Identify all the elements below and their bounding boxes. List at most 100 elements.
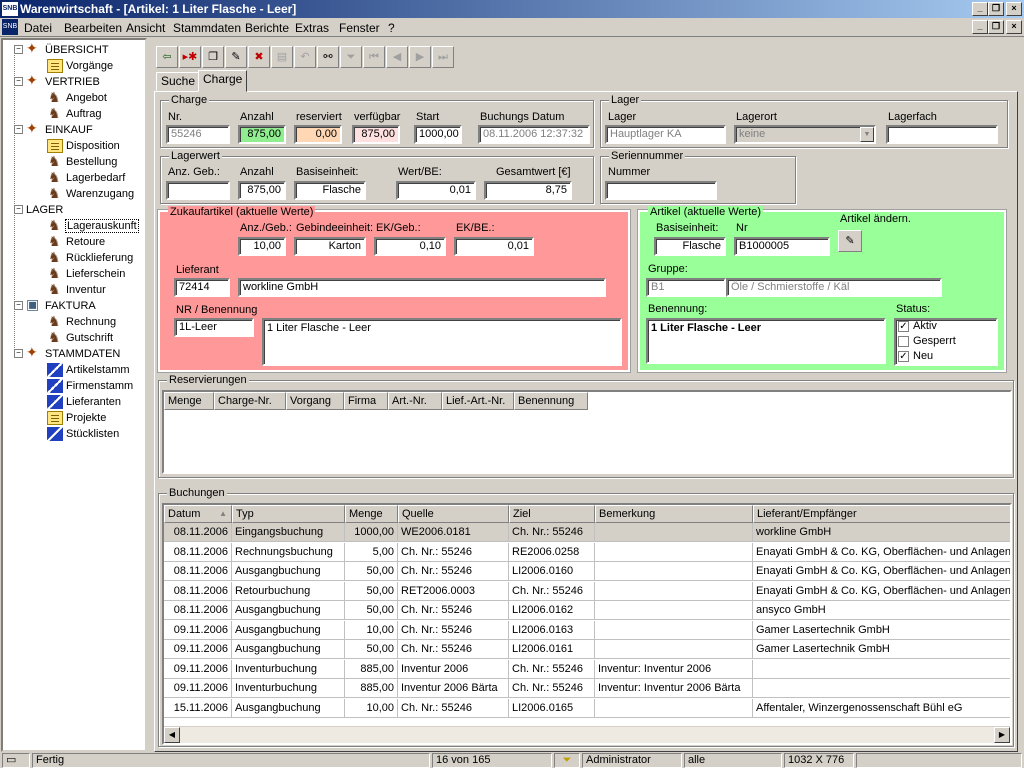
find-button[interactable]: ⚯ <box>317 46 339 68</box>
tree-item-disposition[interactable]: Disposition <box>47 138 120 154</box>
menu-stammdaten[interactable]: Stammdaten <box>173 21 241 35</box>
lagerfach-field[interactable] <box>886 125 998 144</box>
menu-datei[interactable]: Datei <box>24 21 52 35</box>
zukauf-nr-field[interactable]: 1L-Leer <box>174 318 254 337</box>
tree-item-lieferschein[interactable]: Lieferschein <box>47 265 125 282</box>
menu-bearbeiten[interactable]: Bearbeiten <box>64 21 122 35</box>
column-header[interactable]: Lieferant/Empfänger <box>753 505 1010 523</box>
status-gesperrt-checkbox[interactable]: Gesperrt <box>898 335 956 347</box>
reservierungen-grid[interactable]: Menge Charge-Nr. Vorgang Firma Art.-Nr. … <box>162 390 1012 474</box>
mdi-close-icon[interactable]: × <box>1006 20 1022 34</box>
collapse-icon[interactable]: − <box>14 301 23 310</box>
column-header[interactable]: Menge <box>345 505 398 523</box>
tree-item-ruecklieferung[interactable]: Rücklieferung <box>47 249 133 266</box>
minimize-icon[interactable]: _ <box>972 2 988 16</box>
buchungen-grid[interactable]: Datum ▲ Typ Menge Quelle Ziel Bemerkung L… <box>162 503 1012 745</box>
zukauf-ekgeb-field[interactable]: 0,10 <box>374 237 446 256</box>
tree-group-lager[interactable]: − LAGER <box>14 202 63 218</box>
column-header[interactable]: Art.-Nr. <box>388 392 442 410</box>
menu-help[interactable]: ? <box>388 21 395 35</box>
chevron-down-icon[interactable]: ▼ <box>860 127 874 142</box>
tab-charge[interactable]: Charge <box>198 70 248 92</box>
horizontal-scrollbar[interactable]: ◀ ▶ <box>164 726 1010 743</box>
collapse-icon[interactable]: − <box>14 45 23 54</box>
column-header[interactable]: Quelle <box>398 505 509 523</box>
lagerort-select[interactable]: keine ▼ <box>734 125 876 144</box>
collapse-icon[interactable]: − <box>14 205 23 214</box>
save-button[interactable]: ▤ <box>271 46 293 68</box>
last-record-button[interactable]: ⏭ <box>432 46 454 68</box>
delete-button[interactable]: ✖ <box>248 46 270 68</box>
zukauf-ekbe-field[interactable]: 0,01 <box>454 237 534 256</box>
tree-group-faktura[interactable]: −FAKTURA <box>14 296 96 314</box>
tree-item-warenzugang[interactable]: Warenzugang <box>47 185 134 202</box>
charge-verfuegbar-field[interactable]: 875,00 <box>352 125 400 144</box>
tree-item-auftrag[interactable]: Auftrag <box>47 105 101 122</box>
column-header[interactable]: Typ <box>232 505 345 523</box>
tree-item-rechnung[interactable]: Rechnung <box>47 313 116 330</box>
tree-item-inventur[interactable]: Inventur <box>47 281 106 298</box>
restore-icon[interactable]: ❐ <box>988 2 1004 16</box>
charge-reserviert-field[interactable]: 0,00 <box>294 125 342 144</box>
column-header[interactable]: Vorgang <box>286 392 344 410</box>
column-header[interactable]: Lief.-Art.-Nr. <box>442 392 514 410</box>
mdi-minimize-icon[interactable]: _ <box>972 20 988 34</box>
zukauf-anzgeb-field[interactable]: 10,00 <box>238 237 286 256</box>
column-header[interactable]: Ziel <box>509 505 595 523</box>
artikel-gruppe-name-field[interactable]: Öle / Schmierstoffe / Käl <box>726 278 942 297</box>
lagerwert-gesamtwert-field[interactable]: 8,75 <box>484 181 572 200</box>
new-button[interactable]: ▸✱ <box>179 46 201 68</box>
mdi-restore-icon[interactable]: ❐ <box>988 20 1004 34</box>
prev-record-button[interactable]: ◀ <box>386 46 408 68</box>
charge-anzahl-field[interactable]: 875,00 <box>238 125 286 144</box>
menu-fenster[interactable]: Fenster <box>339 21 380 35</box>
undo-button[interactable]: ↶ <box>294 46 316 68</box>
tree-group-vertrieb[interactable]: −VERTRIEB <box>14 72 100 90</box>
menu-extras[interactable]: Extras <box>295 21 329 35</box>
collapse-icon[interactable]: − <box>14 349 23 358</box>
tree-item-lagerbedarf[interactable]: Lagerbedarf <box>47 169 125 186</box>
lagerwert-anzgeb-field[interactable] <box>166 181 230 200</box>
tree-item-artikelstamm[interactable]: Artikelstamm <box>47 362 130 378</box>
column-header-datum[interactable]: Datum ▲ <box>164 505 232 523</box>
column-header[interactable]: Benennung <box>514 392 588 410</box>
charge-start-field[interactable]: 1000,00 <box>414 125 462 144</box>
edit-button[interactable]: ✎ <box>225 46 247 68</box>
column-header[interactable]: Charge-Nr. <box>214 392 286 410</box>
filter-icon[interactable]: ⏷ <box>554 753 580 768</box>
lieferant-name-field[interactable]: workline GmbH <box>238 278 606 297</box>
first-record-button[interactable]: ⏮ <box>363 46 385 68</box>
filter-button[interactable]: ⏷ <box>340 46 362 68</box>
menu-berichte[interactable]: Berichte <box>245 21 289 35</box>
tree-item-lieferanten[interactable]: Lieferanten <box>47 394 121 410</box>
tree-item-firmenstamm[interactable]: Firmenstamm <box>47 378 133 394</box>
zukauf-gebindeeinheit-field[interactable]: Karton <box>294 237 366 256</box>
scroll-right-icon[interactable]: ▶ <box>994 727 1010 743</box>
artikel-gruppe-code-field[interactable]: B1 <box>646 278 726 297</box>
copy-button[interactable]: ❐ <box>202 46 224 68</box>
tree-group-einkauf[interactable]: −EINKAUF <box>14 120 93 138</box>
tab-suche[interactable]: Suche <box>156 72 201 91</box>
next-record-button[interactable]: ▶ <box>409 46 431 68</box>
tree-item-bestellung[interactable]: Bestellung <box>47 153 117 170</box>
tree-item-gutschrift[interactable]: Gutschrift <box>47 329 113 346</box>
column-header[interactable]: Menge <box>164 392 214 410</box>
lager-field[interactable]: Hauptlager KA <box>605 125 726 144</box>
close-icon[interactable]: × <box>1006 2 1022 16</box>
status-aktiv-checkbox[interactable]: ✓ Aktiv <box>898 320 937 332</box>
tree-item-vorgaenge[interactable]: Vorgänge <box>47 58 113 74</box>
lagerwert-basiseinheit-field[interactable]: Flasche <box>294 181 366 200</box>
exit-button[interactable]: ⇦ <box>156 46 178 68</box>
tree-group-uebersicht[interactable]: −ÜBERSICHT <box>14 40 109 58</box>
column-header[interactable]: Firma <box>344 392 388 410</box>
tree-item-projekte[interactable]: Projekte <box>47 410 106 426</box>
collapse-icon[interactable]: − <box>14 125 23 134</box>
lagerwert-anzahl-field[interactable]: 875,00 <box>238 181 286 200</box>
artikel-aendern-button[interactable]: ✎ <box>838 230 862 252</box>
tree-group-stammdaten[interactable]: −STAMMDATEN <box>14 344 120 362</box>
zukauf-benennung-field[interactable]: 1 Liter Flasche - Leer <box>262 318 622 366</box>
scroll-left-icon[interactable]: ◀ <box>164 727 180 743</box>
column-header[interactable]: Bemerkung <box>595 505 753 523</box>
artikel-benennung-field[interactable]: 1 Liter Flasche - Leer <box>646 318 886 364</box>
lieferant-nr-field[interactable]: 72414 <box>174 278 230 297</box>
